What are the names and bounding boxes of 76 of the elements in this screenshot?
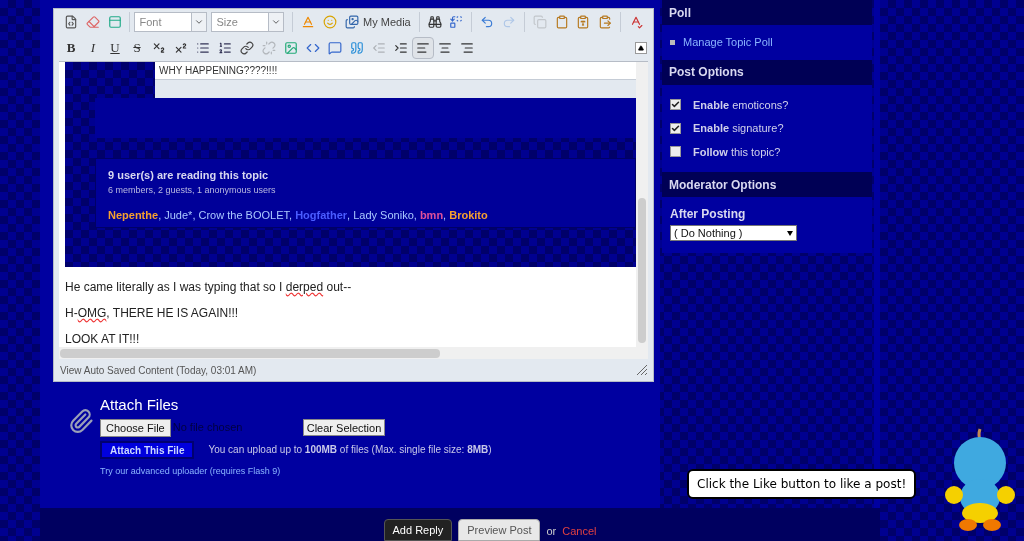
attach-file-button[interactable]: Attach This File (100, 440, 195, 459)
code-icon (306, 41, 320, 55)
tooltip-bubble: Click the Like button to like a post! (687, 469, 917, 499)
strike-button[interactable]: S (126, 37, 148, 59)
section-header: Moderator Options (662, 172, 872, 197)
option-label: Follow this topic? (693, 144, 781, 160)
undo-icon (480, 15, 495, 29)
up-triangle-icon (638, 45, 644, 51)
checkbox[interactable] (670, 122, 681, 134)
clipboard-icon (554, 15, 569, 29)
collapse-button[interactable] (635, 42, 647, 54)
cancel-link[interactable]: Cancel (562, 522, 597, 539)
align-center-icon (438, 41, 452, 55)
paste-word-icon (598, 15, 613, 29)
outdent-icon (372, 41, 386, 55)
template-icon (107, 15, 122, 29)
indent-icon (394, 41, 408, 55)
autosave-link[interactable]: View Auto Saved Content (Today, 03:01 AM) (60, 362, 257, 378)
binoculars-icon (427, 15, 442, 29)
paperclip-icon (68, 408, 94, 434)
after-posting-label: After Posting (670, 206, 747, 223)
post-paragraph: H-OMG, THERE HE IS AGAIN!!! (65, 305, 240, 321)
subscript-icon (152, 41, 166, 55)
underline-button[interactable]: U (104, 37, 126, 59)
redo-icon (502, 15, 517, 29)
replace-icon (449, 15, 464, 29)
resize-grip-icon (637, 365, 647, 375)
readers-title: 9 user(s) are reading this topic (108, 168, 270, 183)
source-icon (63, 15, 78, 29)
smiley-icon (323, 15, 338, 29)
media-icon (345, 15, 360, 29)
option-label: Enable signature? (693, 121, 784, 136)
upload-info: You can upload up to 100MB of files (Max. single file size: 8MB) (208, 443, 492, 457)
link-icon (240, 41, 254, 55)
post-paragraph: LOOK AT IT!!! (65, 331, 141, 347)
caret-icon (787, 230, 793, 236)
image-icon (284, 41, 298, 55)
eraser-icon (85, 15, 100, 29)
dropdown[interactable]: Size (211, 12, 285, 32)
preview-post-button[interactable]: Preview Post (458, 519, 541, 541)
checkbox[interactable] (670, 146, 681, 158)
caret-icon (194, 17, 205, 27)
italic-button[interactable]: I (82, 37, 104, 59)
checkbox[interactable] (670, 99, 681, 111)
choose-file-button[interactable]: Choose File (100, 418, 171, 437)
speech-bubble-icon (328, 41, 342, 55)
align-right-icon (460, 41, 474, 55)
attach-title: Attach Files (100, 395, 180, 415)
bold-button[interactable]: B (60, 37, 82, 59)
paste-text-icon (576, 15, 591, 29)
bulleted-list-icon (196, 41, 210, 55)
media-button[interactable]: My Media (341, 11, 415, 33)
text-color-icon (301, 15, 316, 29)
after-posting-select[interactable]: ( Do Nothing ) (670, 225, 797, 241)
advanced-uploader-link[interactable]: Try our advanced uploader (requires Flash 9) (100, 464, 492, 478)
unlink-icon (262, 41, 276, 55)
clear-selection-button[interactable]: Clear Selection (302, 419, 386, 436)
file-status: No file chosen (172, 420, 244, 436)
spellcheck-icon (629, 15, 644, 29)
post-paragraph: He came literally as I was typing that so I derped out-- (65, 279, 353, 295)
add-reply-button[interactable]: Add Reply (383, 519, 453, 541)
bullet-icon (670, 39, 675, 45)
superscript-icon (174, 41, 188, 55)
align-left-button[interactable] (412, 37, 434, 59)
caret-icon (271, 17, 282, 27)
section-header: Poll (662, 0, 872, 25)
quote-icon (350, 41, 364, 55)
readers-list: Nepenthe, Jude*, Crow the BOOLET, Hogfather, Lady Soniko, bmn, Brokito (108, 207, 623, 224)
or-text: or (546, 523, 557, 539)
section-header: Post Options (662, 59, 872, 85)
numbered-list-icon (218, 41, 232, 55)
align-left-icon (416, 41, 430, 55)
copy-icon (532, 15, 547, 29)
readers-summary: 6 members, 2 guests, 1 anonymous users (108, 183, 277, 197)
option-label: Enable emoticons? (693, 97, 789, 113)
dropdown[interactable]: Font (134, 12, 208, 32)
